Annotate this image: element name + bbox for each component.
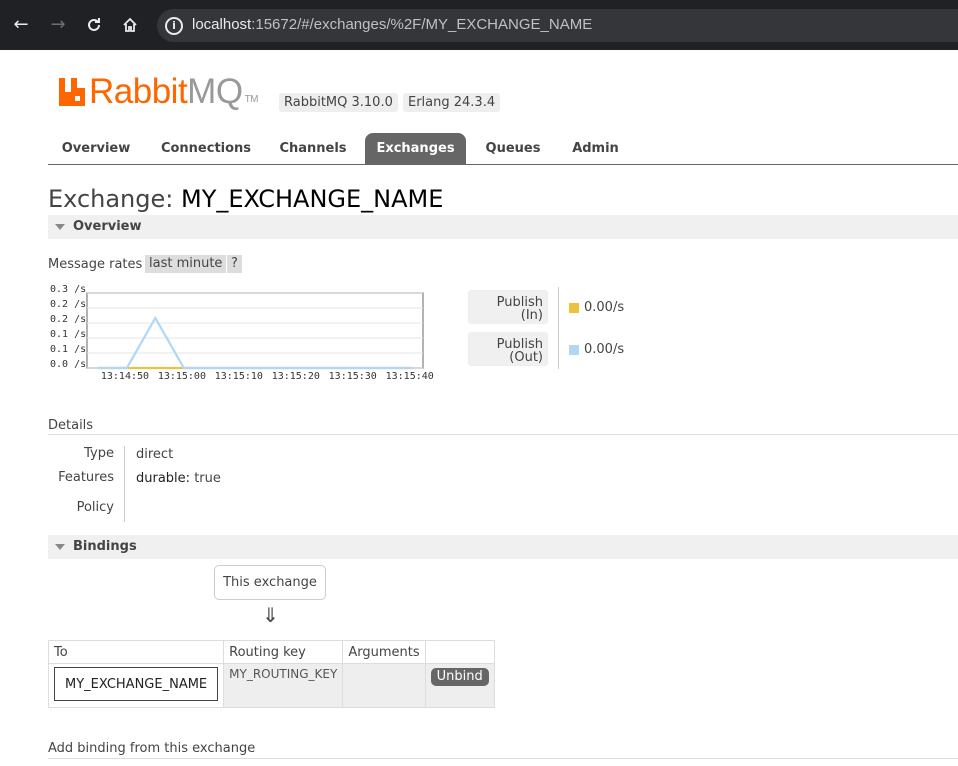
main-nav-tabs: Overview Connections Channels Exchanges … [48, 133, 958, 165]
bindings-section-toggle[interactable]: Bindings [48, 535, 958, 559]
legend-swatch-in [569, 303, 579, 313]
rates-period-selector[interactable]: last minute [145, 255, 227, 273]
features-value: durable: true [136, 471, 221, 486]
y-tick-label: 0.1 /s [50, 344, 87, 355]
message-rates-label: Message rates [48, 257, 143, 272]
tab-queues[interactable]: Queues [476, 133, 550, 164]
features-key: durable: [136, 471, 191, 486]
home-icon[interactable] [118, 13, 142, 37]
url-text[interactable]: localhost:15672/#/exchanges/%2F/MY_EXCHA… [192, 16, 592, 33]
tab-connections[interactable]: Connections [154, 133, 258, 164]
binding-routing-key-cell: MY_ROUTING_KEY [223, 663, 344, 708]
binding-actions-cell: Unbind [424, 663, 495, 708]
address-bar[interactable]: i localhost:15672/#/exchanges/%2F/MY_EXC… [157, 9, 958, 42]
table-header-row: To Routing key Arguments [47, 640, 495, 664]
features-label: Features [58, 470, 114, 485]
binding-destination-link[interactable]: MY_EXCHANGE_NAME [54, 667, 219, 701]
back-arrow-icon[interactable]: ← [9, 13, 33, 37]
rabbitmq-version-badge: RabbitMQ 3.10.0 [279, 93, 398, 112]
overview-section-label: Overview [73, 219, 142, 234]
type-label: Type [84, 446, 114, 461]
y-tick-label: 0.2 /s [50, 299, 87, 310]
browser-toolbar: ← → i localhost:15672/#/exchanges/%2F/MY… [0, 0, 958, 50]
features-durable-value: true [194, 471, 221, 486]
publish-out-rate: 0.00/s [584, 342, 625, 357]
type-value: direct [136, 447, 174, 462]
rates-help-button[interactable]: ? [227, 255, 242, 273]
column-header-actions [424, 640, 495, 664]
add-binding-section-label[interactable]: Add binding from this exchange [48, 741, 255, 756]
details-column-divider [124, 446, 125, 522]
reload-icon[interactable] [82, 13, 106, 37]
details-header: Details [48, 418, 94, 433]
tab-channels[interactable]: Channels [268, 133, 358, 164]
x-tick-label: 13:15:20 [271, 371, 320, 382]
add-binding-divider [48, 758, 958, 759]
x-tick-label: 13:15:40 [385, 371, 434, 382]
page-title: Exchange: MY_EXCHANGE_NAME [48, 185, 444, 213]
x-tick-label: 13:15:30 [328, 371, 377, 382]
y-tick-label: 0.0 /s [50, 359, 87, 370]
y-tick-label: 0.2 /s [50, 314, 87, 325]
rabbitmq-logo-icon [59, 78, 85, 106]
this-exchange-box: This exchange [214, 565, 326, 600]
x-tick-label: 13:15:00 [157, 371, 206, 382]
tab-overview[interactable]: Overview [48, 133, 144, 164]
tab-exchanges[interactable]: Exchanges [365, 133, 466, 164]
binding-destination-cell: MY_EXCHANGE_NAME [47, 663, 225, 708]
table-row: MY_EXCHANGE_NAME MY_ROUTING_KEY Unbind [47, 663, 495, 708]
column-header-routing-key: Routing key [223, 640, 344, 664]
legend-publish-out: Publish (Out) [468, 332, 548, 366]
binding-arguments-cell [342, 663, 426, 708]
binding-routing-key: MY_ROUTING_KEY [229, 667, 338, 681]
overview-section-toggle[interactable]: Overview [48, 215, 958, 239]
column-header-arguments: Arguments [342, 640, 426, 664]
site-info-icon[interactable]: i [165, 17, 183, 35]
publish-in-rate: 0.00/s [584, 300, 625, 315]
logo-wordmark: RabbitMQ TM [89, 72, 259, 111]
bindings-table: To Routing key Arguments MY_EXCHANGE_NAM… [47, 640, 495, 708]
legend-swatch-out [569, 345, 579, 355]
forward-arrow-icon[interactable]: → [46, 13, 70, 37]
legend-publish-out-sublabel: (Out) [509, 350, 543, 365]
details-divider [48, 434, 958, 435]
column-header-to: To [47, 640, 225, 664]
unbind-button[interactable]: Unbind [430, 668, 489, 686]
collapse-triangle-icon [55, 224, 65, 230]
collapse-triangle-icon [55, 544, 65, 550]
erlang-version-badge: Erlang 24.3.4 [403, 93, 501, 112]
tab-admin[interactable]: Admin [562, 133, 629, 164]
legend-publish-in: Publish (In) [468, 290, 548, 324]
bindings-section-label: Bindings [73, 539, 137, 554]
policy-label: Policy [76, 500, 114, 515]
y-tick-label: 0.3 /s [50, 284, 87, 295]
legend-publish-in-sublabel: (In) [520, 308, 543, 323]
x-tick-label: 13:14:50 [100, 371, 150, 382]
y-tick-label: 0.1 /s [50, 329, 87, 340]
x-tick-label: 13:15:10 [214, 371, 263, 382]
down-arrow-icon: ⇓ [262, 603, 279, 627]
chart-frame [86, 292, 424, 369]
legend-divider [558, 287, 559, 369]
